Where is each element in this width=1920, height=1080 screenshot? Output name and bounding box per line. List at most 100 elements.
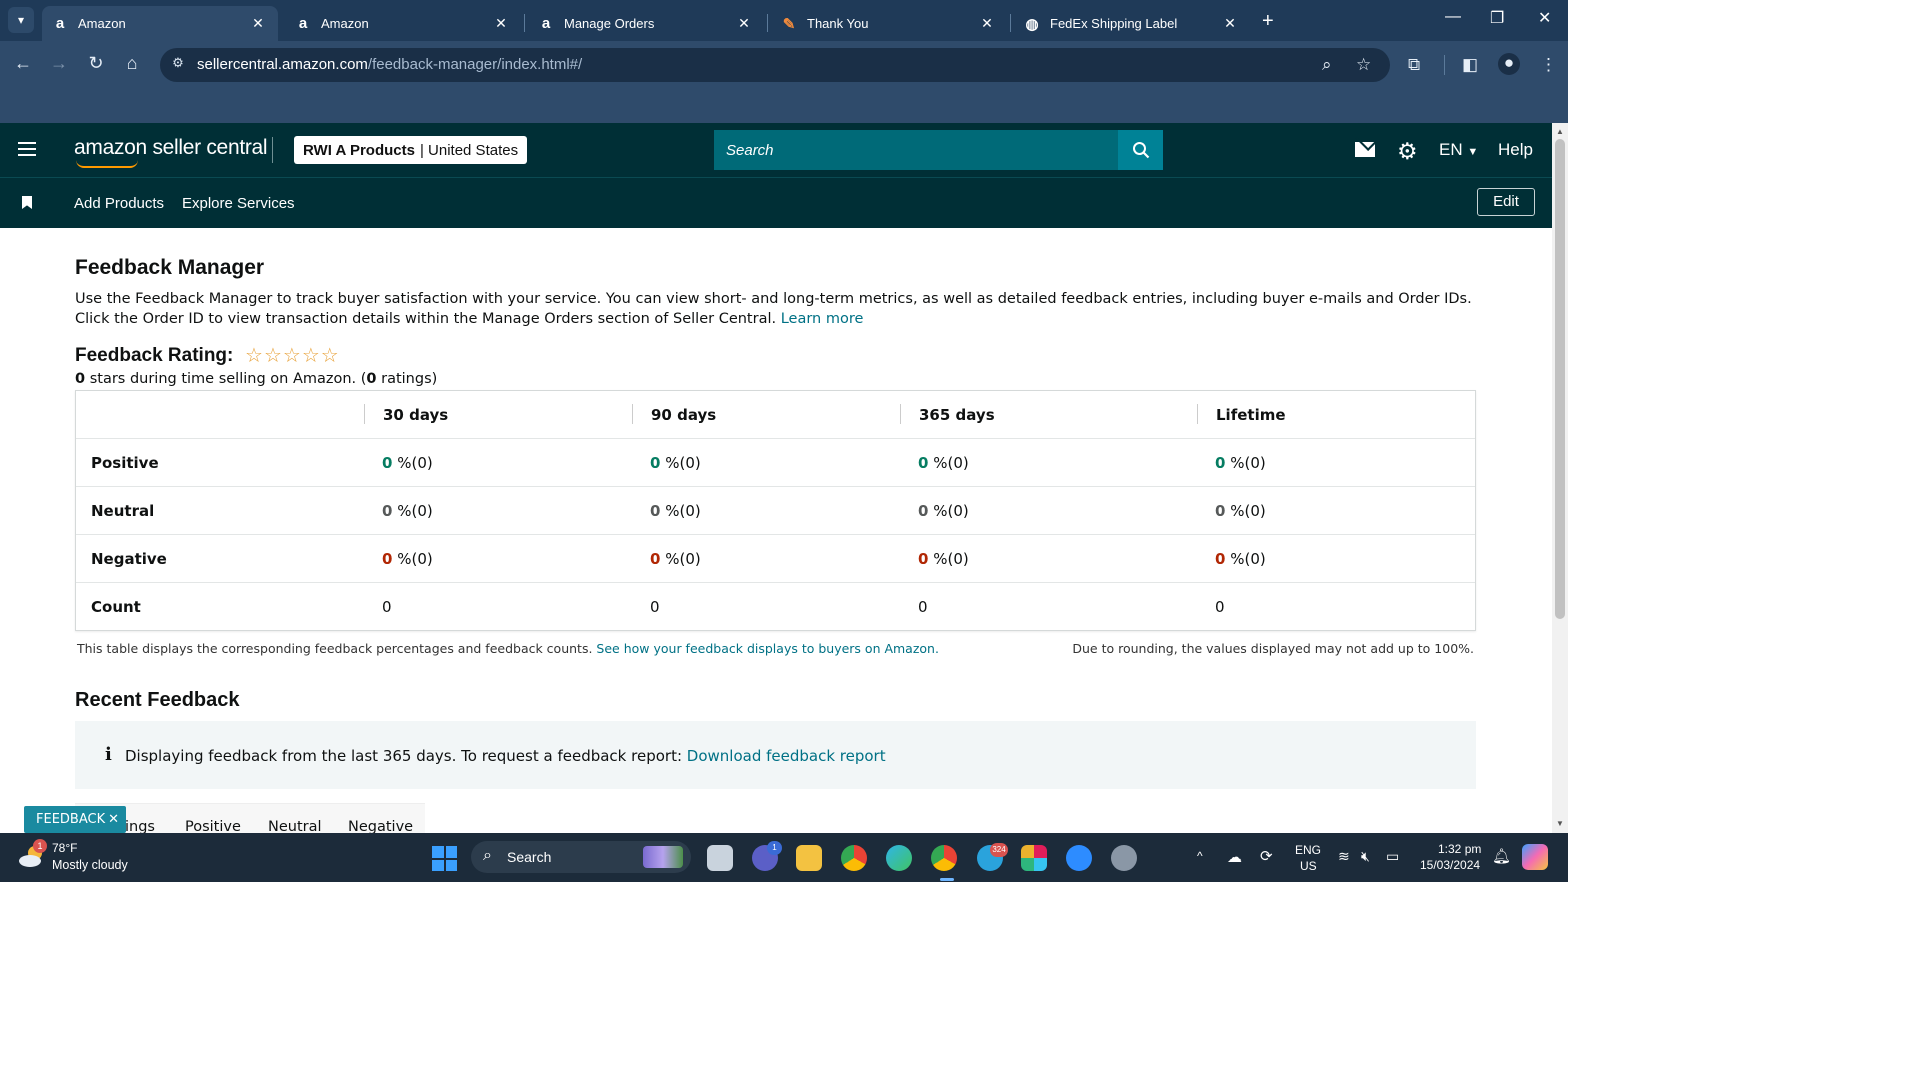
profile-avatar-icon[interactable]: ●	[1498, 53, 1520, 75]
active-app-indicator	[940, 878, 954, 881]
caret-down-icon: ▼	[1467, 146, 1479, 158]
amazon-seller-central-logo[interactable]: amazon seller central	[74, 136, 268, 168]
taskbar-search[interactable]: ⌕ Search	[471, 841, 691, 873]
table-footnote: This table displays the corresponding fe…	[77, 641, 939, 656]
tab-neutral[interactable]: Neutral	[268, 819, 322, 833]
home-icon[interactable]: ⌂	[120, 53, 144, 74]
sync-icon[interactable]: ⟳	[1260, 847, 1273, 865]
restore-icon[interactable]: ❐	[1490, 8, 1504, 28]
info-alert-text: Displaying feedback from the last 365 da…	[125, 747, 886, 765]
chevron-up-icon[interactable]: ^	[1197, 849, 1203, 863]
row-label: Negative	[91, 550, 167, 568]
clock-date[interactable]: 15/03/2024	[1420, 858, 1480, 872]
slack-icon[interactable]	[1021, 845, 1047, 871]
extensions-puzzle-icon[interactable]: ⧉	[1408, 55, 1420, 75]
url-text[interactable]: sellercentral.amazon.com/feedback-manage…	[197, 56, 582, 73]
tab-search-chevron-icon[interactable]: ▾	[8, 7, 34, 33]
table-row: Positive 0 %(0) 0 %(0) 0 %(0) 0 %(0)	[76, 439, 1475, 487]
gear-icon[interactable]: ⚙	[1397, 138, 1418, 165]
browser-tab-4[interactable]: ✎ Thank You ✕	[771, 6, 1007, 41]
weather-description[interactable]: Mostly cloudy	[52, 858, 128, 872]
seller-central-nav: Add Products Explore Services Edit	[0, 178, 1552, 228]
amazon-a-icon: a	[541, 15, 551, 32]
more-menu-icon[interactable]: ⋮	[1540, 55, 1557, 75]
star-empty-icon: ☆	[320, 343, 340, 367]
url-host: sellercentral.amazon.com	[197, 56, 368, 73]
weather-temperature[interactable]: 78°F	[52, 841, 77, 855]
star-empty-icon: ☆	[263, 343, 283, 367]
speaker-muted-icon[interactable]: 🔇︎	[1361, 848, 1370, 865]
close-icon[interactable]: ✕	[491, 15, 511, 32]
browser-tab-5[interactable]: ◍ FedEx Shipping Label ✕	[1014, 6, 1250, 41]
file-explorer-icon[interactable]	[796, 845, 822, 871]
nav-link-explore-services[interactable]: Explore Services	[182, 195, 295, 212]
edit-nav-button[interactable]: Edit	[1477, 188, 1535, 216]
account-switcher[interactable]: RWI A Products | United States	[294, 136, 528, 164]
bookmark-star-icon[interactable]: ☆	[1356, 55, 1371, 75]
chrome-profile-icon[interactable]	[841, 845, 867, 871]
mail-icon[interactable]	[1355, 142, 1375, 157]
close-icon[interactable]: ✕	[734, 15, 754, 32]
language-indicator[interactable]: ENG	[1295, 843, 1321, 857]
onedrive-cloud-icon[interactable]: ☁	[1227, 848, 1242, 866]
browser-tab-2[interactable]: a Amazon ✕	[285, 6, 521, 41]
back-arrow-icon[interactable]: ←	[11, 53, 35, 74]
cell-value: 0	[650, 550, 661, 568]
close-icon[interactable]: ✕	[1220, 15, 1240, 32]
feedback-display-link[interactable]: See how your feedback displays to buyers…	[596, 641, 939, 656]
scrollbar-thumb[interactable]	[1555, 139, 1565, 619]
task-view-icon[interactable]	[707, 845, 733, 871]
clock-time[interactable]: 1:32 pm	[1438, 842, 1481, 856]
address-bar[interactable]: ⚙ sellercentral.amazon.com/feedback-mana…	[160, 48, 1390, 82]
chrome-icon[interactable]	[931, 845, 957, 871]
page-title: Feedback Manager	[75, 256, 265, 279]
browser-tab-3[interactable]: a Manage Orders ✕	[528, 6, 764, 41]
hamburger-menu-icon[interactable]	[18, 142, 36, 156]
tab-positive[interactable]: Positive	[185, 819, 241, 833]
recent-feedback-title: Recent Feedback	[75, 689, 240, 711]
settings-gear-icon[interactable]	[1111, 845, 1137, 871]
download-feedback-report-link[interactable]: Download feedback report	[687, 747, 886, 765]
side-panel-icon[interactable]: ◧	[1462, 55, 1478, 75]
table-cell: 0	[382, 598, 392, 616]
table-cell: 0 %(0)	[1215, 454, 1266, 472]
teams-badge: 1	[767, 841, 782, 855]
help-link[interactable]: Help	[1498, 140, 1533, 160]
column-header: 365 days	[919, 406, 995, 424]
window-close-icon[interactable]: ✕	[1538, 8, 1551, 28]
close-icon[interactable]: ✕	[248, 15, 268, 32]
close-icon[interactable]: ✕	[108, 806, 119, 833]
wifi-icon[interactable]: ≋	[1338, 848, 1350, 865]
zoom-icon[interactable]: ⌕	[1322, 55, 1332, 75]
page-scrollbar[interactable]: ▲ ▼	[1552, 123, 1568, 833]
language-selector[interactable]: EN ▼	[1439, 140, 1478, 160]
bookmark-icon[interactable]	[22, 196, 32, 209]
tab-negative[interactable]: Negative	[348, 819, 413, 833]
notification-bell-icon[interactable]: 🔔︎	[1492, 847, 1511, 865]
search-input[interactable]: Search	[714, 130, 1118, 170]
search-button[interactable]	[1118, 130, 1163, 170]
battery-icon[interactable]: ▭	[1386, 848, 1399, 865]
site-info-icon[interactable]: ⚙	[168, 55, 188, 75]
new-tab-plus-icon[interactable]: +	[1262, 10, 1274, 33]
feedback-widget-button[interactable]: FEEDBACK ✕	[24, 806, 126, 833]
edge-icon[interactable]	[886, 845, 912, 871]
zoom-icon[interactable]	[1066, 845, 1092, 871]
table-cell: 0	[918, 598, 928, 616]
scroll-down-arrow-icon[interactable]: ▼	[1556, 819, 1564, 828]
forward-arrow-icon[interactable]: →	[47, 53, 71, 74]
column-divider	[632, 404, 633, 424]
reload-icon[interactable]: ↻	[84, 53, 108, 74]
column-divider	[1197, 404, 1198, 424]
nav-link-add-products[interactable]: Add Products	[74, 195, 164, 212]
tab-all-ratings[interactable]: ings	[125, 819, 155, 833]
close-icon[interactable]: ✕	[977, 15, 997, 32]
browser-tab-strip: ▾ a Amazon ✕ a Amazon ✕ a Manage Orders …	[0, 0, 1568, 41]
learn-more-link[interactable]: Learn more	[781, 311, 864, 327]
browser-tab-1[interactable]: a Amazon ✕	[42, 6, 278, 41]
minimize-icon[interactable]: —	[1445, 8, 1461, 26]
scroll-up-arrow-icon[interactable]: ▲	[1556, 127, 1564, 136]
copilot-icon[interactable]	[1522, 844, 1548, 870]
cell-value: 0	[1215, 454, 1226, 472]
windows-start-icon[interactable]	[432, 846, 457, 871]
